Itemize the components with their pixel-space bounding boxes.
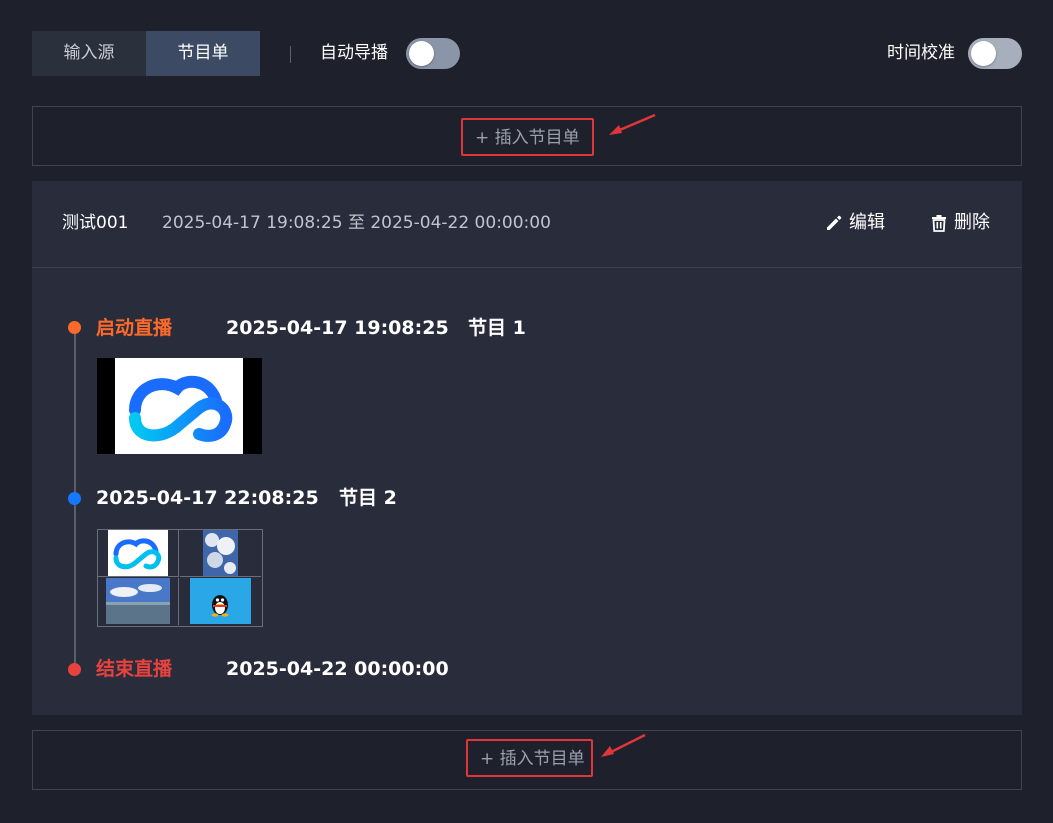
qq-penguin-icon <box>190 578 251 624</box>
playlist-header: 测试001 2025-04-17 19:08:25 至 2025-04-22 0… <box>32 181 1022 268</box>
time-calibration-label: 时间校准 <box>887 43 955 63</box>
thumbnail-cell <box>98 578 179 625</box>
insert-playlist-area-bottom: + 插入节目单 <box>32 730 1022 790</box>
edit-label: 编辑 <box>849 212 885 233</box>
auto-director-label: 自动导播 <box>320 43 388 63</box>
start-time: 2025-04-17 19:08:25 <box>226 317 449 339</box>
tab-playlist[interactable]: 节目单 <box>146 31 260 76</box>
playlist-card: 测试001 2025-04-17 19:08:25 至 2025-04-22 0… <box>32 181 1022 715</box>
thumbnail-cell <box>98 530 179 577</box>
auto-director-toggle[interactable] <box>406 38 460 69</box>
time-calibration-toggle[interactable] <box>968 38 1022 69</box>
insert-playlist-button[interactable]: + 插入节目单 <box>461 118 594 156</box>
tencent-cloud-logo <box>108 530 168 576</box>
timeline-dot-program-2 <box>68 492 81 505</box>
trash-icon <box>932 215 946 232</box>
tab-input-source[interactable]: 输入源 <box>32 31 146 76</box>
timeline-dot-start <box>68 321 81 334</box>
tab-group: 输入源 节目单 <box>32 31 260 76</box>
insert-playlist-area-top: + 插入节目单 <box>32 106 1022 166</box>
lake-photo <box>106 578 170 624</box>
delete-button[interactable]: 删除 <box>930 181 990 265</box>
playlist-time-range: 2025-04-17 19:08:25 至 2025-04-22 00:00:0… <box>162 213 551 233</box>
annotation-arrow-icon <box>609 113 656 135</box>
top-bar: 输入源 节目单 自动导播 时间校准 <box>32 31 1022 76</box>
annotation-arrow-icon <box>601 733 646 757</box>
program-name: 节目 1 <box>468 317 526 339</box>
divider <box>290 46 291 63</box>
end-live-label: 结束直播 <box>96 658 173 680</box>
edit-button[interactable]: 编辑 <box>825 181 885 265</box>
program-2-thumbnail-grid[interactable] <box>97 529 263 627</box>
insert-playlist-button[interactable]: + 插入节目单 <box>466 739 593 777</box>
pencil-icon <box>827 215 842 230</box>
start-live-label: 启动直播 <box>96 317 173 339</box>
tencent-cloud-logo <box>129 375 233 442</box>
thumbnail-cell <box>180 578 261 625</box>
toggle-knob <box>971 41 996 66</box>
timeline-dot-end <box>68 663 81 676</box>
playlist-name: 测试001 <box>62 213 129 233</box>
end-time: 2025-04-22 00:00:00 <box>226 658 449 680</box>
thumbnail-background <box>115 358 243 454</box>
thumbnail-cell <box>180 530 261 577</box>
program-1-thumbnail[interactable] <box>97 358 262 454</box>
program-2-time: 2025-04-17 22:08:25 <box>96 487 319 509</box>
program-name: 节目 2 <box>339 487 397 509</box>
toggle-knob <box>409 41 434 66</box>
delete-label: 删除 <box>954 212 990 233</box>
sky-photo <box>203 530 238 576</box>
